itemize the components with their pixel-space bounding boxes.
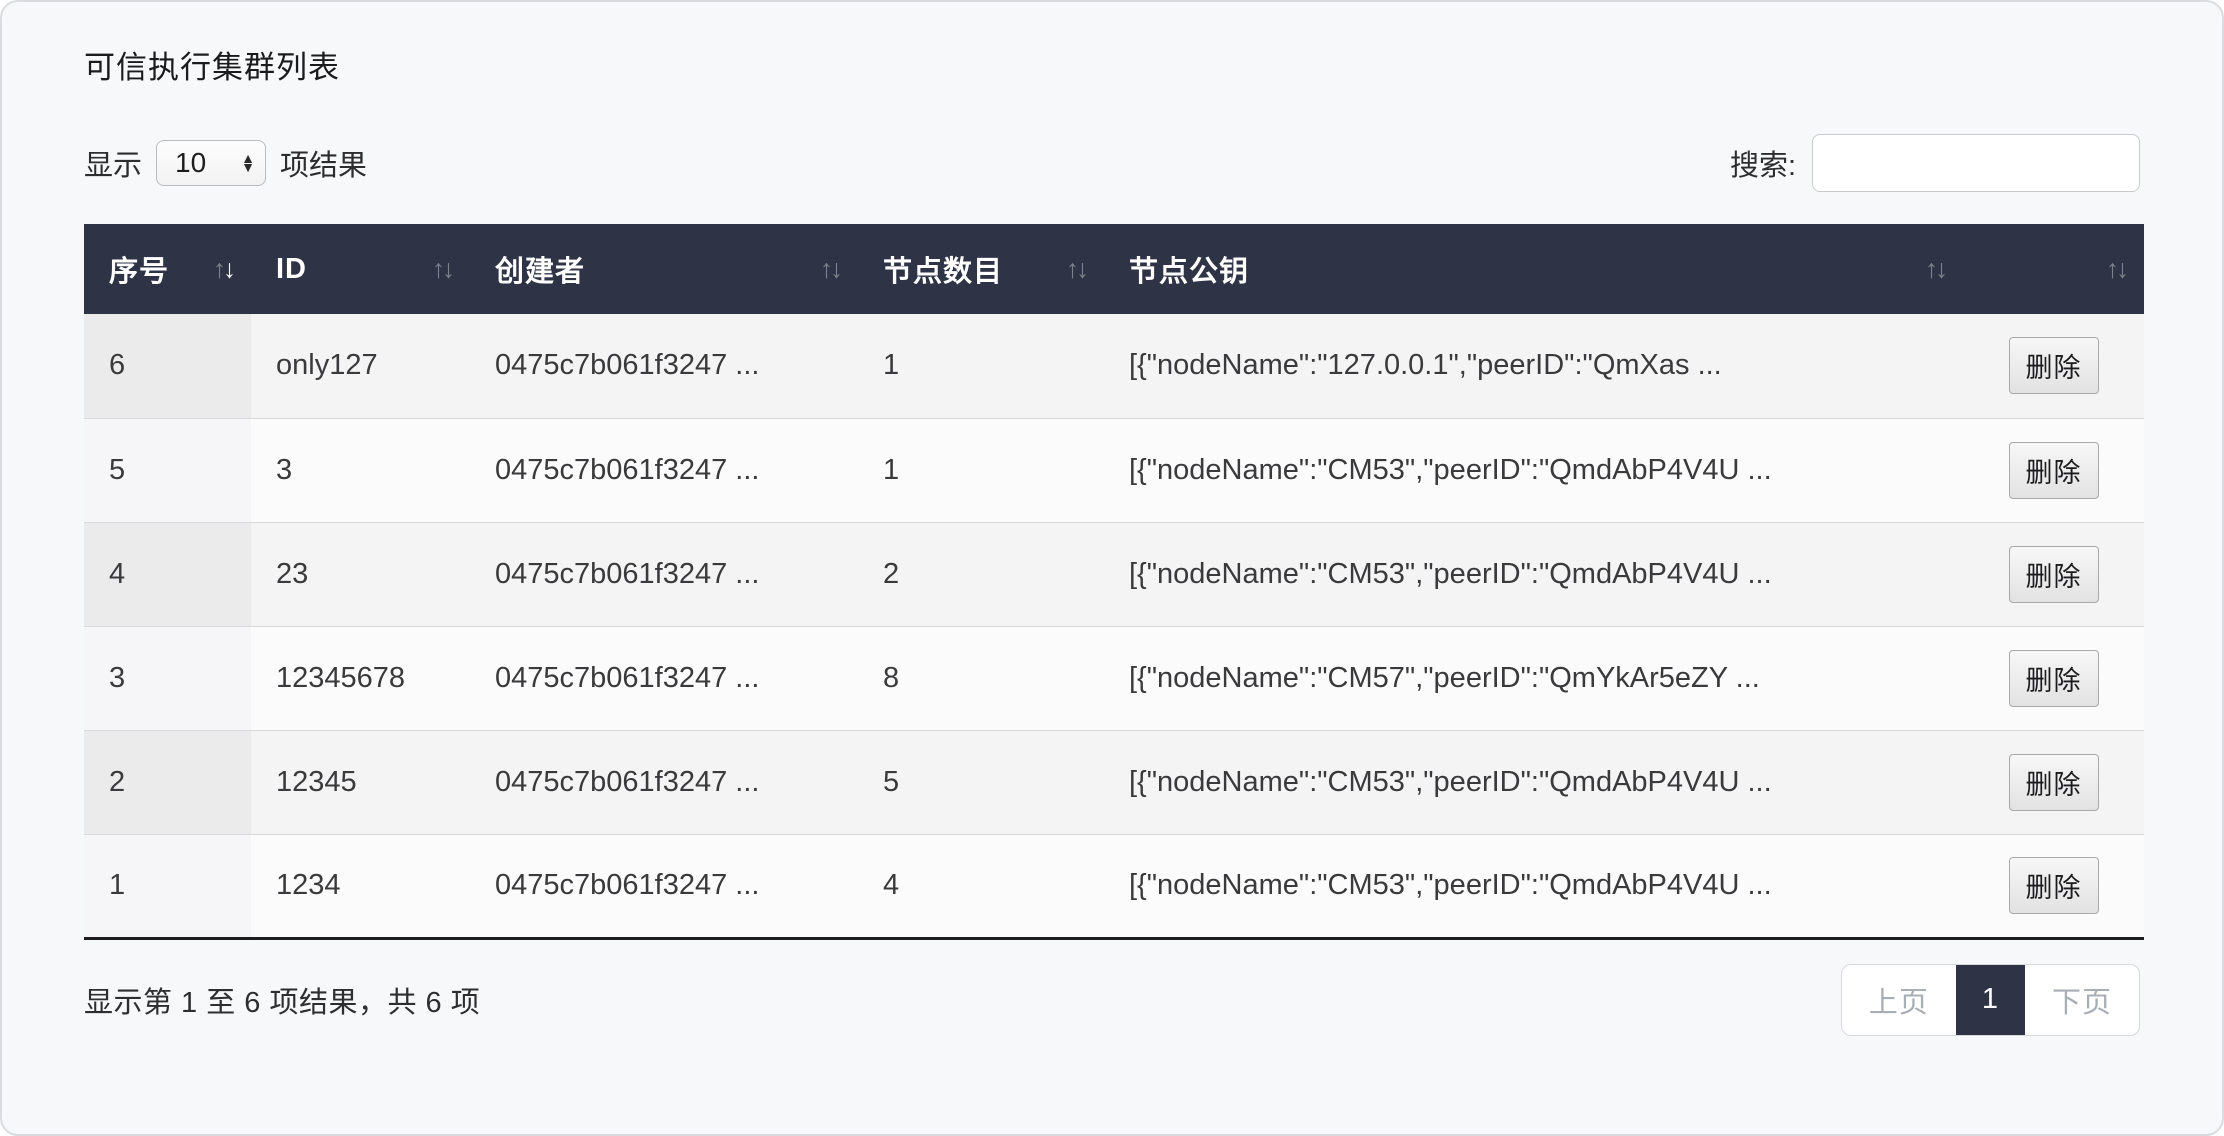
- cell-creator: 0475c7b061f3247 ...: [470, 314, 858, 418]
- page-length-select[interactable]: 10 ▲ ▼: [156, 140, 266, 186]
- cell-seq: 5: [84, 418, 251, 522]
- sort-icons: ↑↓: [1925, 254, 1945, 285]
- cell-id: 12345: [251, 730, 470, 834]
- cell-creator: 0475c7b061f3247 ...: [470, 626, 858, 730]
- search-control: 搜索:: [1730, 134, 2140, 192]
- cell-id: only127: [251, 314, 470, 418]
- table-row: 5 3 0475c7b061f3247 ... 1 [{"nodeName":"…: [84, 418, 2144, 522]
- cluster-table: 序号 ↑↓ ID ↑↓ 创建者 ↑↓ 节点数目 ↑↓ 节点公钥 ↑↓: [84, 224, 2144, 940]
- sort-desc-icon: ↓: [223, 254, 233, 284]
- search-input[interactable]: [1812, 134, 2140, 192]
- cluster-list-card: 可信执行集群列表 显示 10 ▲ ▼ 项结果 搜索: 序号: [0, 0, 2224, 1136]
- column-header-node-count-label: 节点数目: [883, 256, 1003, 288]
- table-row: 3 12345678 0475c7b061f3247 ... 8 [{"node…: [84, 626, 2144, 730]
- search-label: 搜索:: [1730, 142, 1796, 184]
- cell-creator: 0475c7b061f3247 ...: [470, 522, 858, 626]
- cell-creator: 0475c7b061f3247 ...: [470, 730, 858, 834]
- delete-button[interactable]: 删除: [2009, 442, 2099, 499]
- sort-desc-icon: ↓: [1935, 254, 1945, 284]
- cell-node-count: 1: [858, 314, 1104, 418]
- cell-node-pubkey: [{"nodeName":"CM53","peerID":"QmdAbP4V4U…: [1104, 522, 1963, 626]
- sort-desc-icon: ↓: [2116, 254, 2126, 284]
- sort-icons: ↑↓: [213, 254, 233, 285]
- cell-node-pubkey: [{"nodeName":"CM57","peerID":"QmYkAr5eZY…: [1104, 626, 1963, 730]
- column-header-actions[interactable]: ↑↓: [1963, 224, 2144, 314]
- sort-desc-icon: ↓: [1076, 254, 1086, 284]
- cell-node-pubkey: [{"nodeName":"CM53","peerID":"QmdAbP4V4U…: [1104, 730, 1963, 834]
- page-title: 可信执行集群列表: [84, 2, 2140, 87]
- sort-desc-icon: ↓: [830, 254, 840, 284]
- cell-id: 1234: [251, 834, 470, 938]
- table-row: 4 23 0475c7b061f3247 ... 2 [{"nodeName":…: [84, 522, 2144, 626]
- cell-node-pubkey: [{"nodeName":"CM53","peerID":"QmdAbP4V4U…: [1104, 418, 1963, 522]
- cell-node-count: 5: [858, 730, 1104, 834]
- sort-icons: ↑↓: [432, 254, 452, 285]
- sort-icons: ↑↓: [820, 254, 840, 285]
- delete-button[interactable]: 删除: [2009, 857, 2099, 914]
- cell-id: 23: [251, 522, 470, 626]
- sort-asc-icon: ↑: [2106, 254, 2116, 284]
- column-header-node-pubkey-label: 节点公钥: [1129, 256, 1249, 288]
- column-header-creator-label: 创建者: [495, 256, 585, 288]
- delete-button[interactable]: 删除: [2009, 546, 2099, 603]
- sort-asc-icon: ↑: [1925, 254, 1935, 284]
- cell-seq: 3: [84, 626, 251, 730]
- sort-icons: ↑↓: [2106, 254, 2126, 285]
- column-header-seq-label: 序号: [109, 256, 169, 288]
- table-row: 6 only127 0475c7b061f3247 ... 1 [{"nodeN…: [84, 314, 2144, 418]
- pagination-prev-button[interactable]: 上页: [1842, 965, 1956, 1035]
- table-header-row: 序号 ↑↓ ID ↑↓ 创建者 ↑↓ 节点数目 ↑↓ 节点公钥 ↑↓: [84, 224, 2144, 314]
- sort-asc-icon: ↑: [213, 254, 223, 284]
- cell-seq: 1: [84, 834, 251, 938]
- cell-creator: 0475c7b061f3247 ...: [470, 418, 858, 522]
- cell-seq: 2: [84, 730, 251, 834]
- cell-node-pubkey: [{"nodeName":"127.0.0.1","peerID":"QmXas…: [1104, 314, 1963, 418]
- sort-asc-icon: ↑: [432, 254, 442, 284]
- column-header-id[interactable]: ID ↑↓: [251, 224, 470, 314]
- pagination-next-button[interactable]: 下页: [2025, 965, 2139, 1035]
- page-length-control: 显示 10 ▲ ▼ 项结果: [84, 140, 367, 186]
- select-spinner-icon: ▲ ▼: [241, 154, 255, 171]
- column-header-node-count[interactable]: 节点数目 ↑↓: [858, 224, 1104, 314]
- length-label-suffix: 项结果: [280, 142, 367, 184]
- cell-creator: 0475c7b061f3247 ...: [470, 834, 858, 938]
- results-info: 显示第 1 至 6 项结果，共 6 项: [84, 979, 480, 1021]
- column-header-creator[interactable]: 创建者 ↑↓: [470, 224, 858, 314]
- table-row: 2 12345 0475c7b061f3247 ... 5 [{"nodeNam…: [84, 730, 2144, 834]
- cell-node-count: 1: [858, 418, 1104, 522]
- table-row: 1 1234 0475c7b061f3247 ... 4 [{"nodeName…: [84, 834, 2144, 938]
- cell-node-count: 4: [858, 834, 1104, 938]
- cell-node-pubkey: [{"nodeName":"CM53","peerID":"QmdAbP4V4U…: [1104, 834, 1963, 938]
- pagination-page-1-button[interactable]: 1: [1956, 965, 2025, 1035]
- cell-node-count: 8: [858, 626, 1104, 730]
- cell-node-count: 2: [858, 522, 1104, 626]
- column-header-id-label: ID: [276, 253, 307, 285]
- column-header-seq[interactable]: 序号 ↑↓: [84, 224, 251, 314]
- sort-asc-icon: ↑: [1066, 254, 1076, 284]
- delete-button[interactable]: 删除: [2009, 650, 2099, 707]
- spinner-down-icon: ▼: [241, 163, 255, 172]
- delete-button[interactable]: 删除: [2009, 337, 2099, 394]
- cell-id: 12345678: [251, 626, 470, 730]
- sort-icons: ↑↓: [1066, 254, 1086, 285]
- delete-button[interactable]: 删除: [2009, 754, 2099, 811]
- table-footer: 显示第 1 至 6 项结果，共 6 项 上页 1 下页: [84, 964, 2140, 1036]
- length-selected-value: 10: [175, 147, 206, 179]
- column-header-node-pubkey[interactable]: 节点公钥 ↑↓: [1104, 224, 1963, 314]
- cell-seq: 4: [84, 522, 251, 626]
- sort-desc-icon: ↓: [442, 254, 452, 284]
- length-label-prefix: 显示: [84, 142, 142, 184]
- cell-id: 3: [251, 418, 470, 522]
- sort-asc-icon: ↑: [820, 254, 830, 284]
- cell-seq: 6: [84, 314, 251, 418]
- pagination: 上页 1 下页: [1841, 964, 2140, 1036]
- table-controls: 显示 10 ▲ ▼ 项结果 搜索:: [84, 133, 2140, 193]
